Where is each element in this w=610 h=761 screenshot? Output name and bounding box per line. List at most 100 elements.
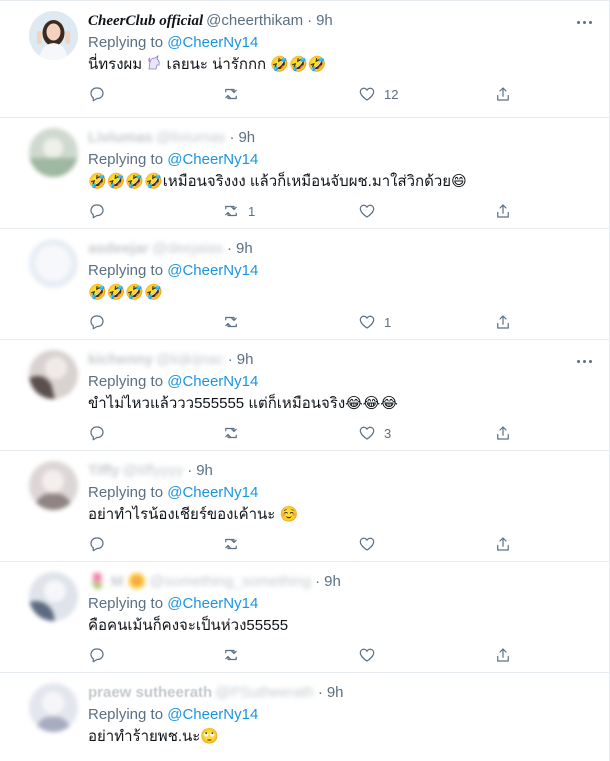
avatar[interactable] <box>29 461 78 510</box>
replying-to: Replying to @CheerNy14 <box>88 373 258 391</box>
like-button[interactable] <box>358 644 384 666</box>
avatar[interactable] <box>29 683 78 732</box>
heart-icon <box>359 204 375 218</box>
avatar[interactable] <box>29 128 78 177</box>
retweet-button[interactable]: 1 <box>222 200 255 222</box>
tweet-text: 🤣🤣🤣🤣 <box>88 284 163 301</box>
tweet-item[interactable]: Tiffy @tiffyyyy · 9h Replying to @CheerNy14… <box>0 450 609 561</box>
author-name[interactable]: praew sutheerath <box>88 684 212 701</box>
avatar[interactable] <box>29 572 78 621</box>
timestamp[interactable]: 9h <box>324 573 341 590</box>
share-icon <box>497 87 509 101</box>
mention-link[interactable]: @CheerNy14 <box>167 262 258 279</box>
share-button[interactable] <box>494 644 512 666</box>
author-handle[interactable]: @liviumas <box>156 129 225 146</box>
separator-dot: · <box>229 129 235 146</box>
tweet-item[interactable]: CheerClub official @cheerthikam · 9h Replyi… <box>0 0 609 111</box>
tweet-item[interactable]: kichenny @kijkijnac · 9h Replying to @Cheer… <box>0 339 609 450</box>
tweet-item[interactable]: 🌷 M 🌼 @something_something · 9h Replying to… <box>0 561 609 672</box>
author-handle[interactable]: @deejaias <box>152 240 223 257</box>
tweet-text-part: เลยนะ น่ารักกก <box>166 56 267 73</box>
tweet-item[interactable]: asdeejar @deejaias · 9h Replying to @CheerN… <box>0 228 609 339</box>
reply-button[interactable] <box>88 311 114 333</box>
reply-icon <box>90 204 104 219</box>
author-handle[interactable]: @tiffyyyy <box>122 462 183 479</box>
replying-to: Replying to @CheerNy14 <box>88 595 258 613</box>
author-name[interactable]: Liviumas <box>88 129 153 146</box>
retweet-button[interactable] <box>222 533 248 555</box>
replying-label: Replying to <box>88 484 164 501</box>
replying-to: Replying to @CheerNy14 <box>88 262 258 280</box>
author-name[interactable]: kichenny <box>88 351 153 368</box>
tweet-header: Liviumas @liviumas · 9h <box>88 129 255 147</box>
share-button[interactable] <box>494 83 512 105</box>
retweet-button[interactable] <box>222 83 248 105</box>
like-button[interactable]: 1 <box>358 311 391 333</box>
reply-button[interactable] <box>88 422 114 444</box>
author-name[interactable]: asdeejar <box>88 240 149 257</box>
share-icon <box>497 315 509 329</box>
timestamp[interactable]: 9h <box>238 129 255 146</box>
avatar[interactable] <box>29 239 78 288</box>
tweet-header: asdeejar @deejaias · 9h <box>88 240 253 258</box>
replying-to: Replying to @CheerNy14 <box>88 151 258 169</box>
avatar[interactable] <box>29 11 78 60</box>
mention-link[interactable]: @CheerNy14 <box>167 373 258 390</box>
separator-dot: · <box>317 684 323 701</box>
share-button[interactable] <box>494 533 512 555</box>
timestamp[interactable]: 9h <box>327 684 344 701</box>
retweet-button[interactable] <box>222 311 248 333</box>
timestamp[interactable]: 9h <box>236 240 253 257</box>
replying-label: Replying to <box>88 262 164 279</box>
timestamp[interactable]: 9h <box>237 351 254 368</box>
author-handle[interactable]: @kijkijnac <box>156 351 224 368</box>
mention-link[interactable]: @CheerNy14 <box>167 484 258 501</box>
like-button[interactable]: 12 <box>358 83 398 105</box>
mention-link[interactable]: @CheerNy14 <box>167 151 258 168</box>
mention-link[interactable]: @CheerNy14 <box>167 595 258 612</box>
tweet-item[interactable]: Liviumas @liviumas · 9h Replying to @CheerN… <box>0 117 609 228</box>
author-name[interactable]: Tiffy <box>88 462 119 479</box>
timestamp[interactable]: 9h <box>316 12 333 29</box>
like-count: 3 <box>384 425 392 441</box>
avatar[interactable] <box>29 350 78 399</box>
reply-button[interactable] <box>88 83 114 105</box>
like-button[interactable] <box>358 533 384 555</box>
replying-label: Replying to <box>88 34 164 51</box>
reply-icon <box>90 426 104 441</box>
share-button[interactable] <box>494 200 512 222</box>
reply-button[interactable] <box>88 644 114 666</box>
author-name[interactable]: 🌷 M 🌼 <box>88 573 146 590</box>
retweet-button[interactable] <box>222 644 248 666</box>
author-handle[interactable]: @something_something <box>149 573 311 590</box>
tweet-text: นี่ทรงผม เลยนะ น่ารักกก 🤣🤣🤣 <box>88 55 326 75</box>
share-icon <box>497 537 509 551</box>
author-name[interactable]: CheerClub official <box>88 13 203 29</box>
tweet-item[interactable]: praew sutheerath @PSutheerath · 9h Replying… <box>0 672 609 761</box>
author-handle[interactable]: @PSutheerath <box>215 684 314 701</box>
like-button[interactable] <box>358 200 384 222</box>
like-button[interactable]: 3 <box>358 422 391 444</box>
share-icon <box>497 204 509 218</box>
share-icon <box>497 648 509 662</box>
tweet-actions <box>88 533 518 555</box>
mention-link[interactable]: @CheerNy14 <box>167 706 258 723</box>
author-handle[interactable]: @cheerthikam <box>206 12 303 29</box>
tweet-header: CheerClub official @cheerthikam · 9h <box>88 12 333 30</box>
tweet-text: คือคนเม้นก็คงจะเป็นห่วง55555 <box>88 617 289 634</box>
heart-icon <box>359 648 375 662</box>
mention-link[interactable]: @CheerNy14 <box>167 34 258 51</box>
reply-button[interactable] <box>88 533 114 555</box>
heart-icon <box>359 537 375 551</box>
reply-button[interactable] <box>88 200 114 222</box>
reply-feed: CheerClub official @cheerthikam · 9h Replyi… <box>0 0 610 761</box>
more-options-icon[interactable] <box>574 13 594 31</box>
retweet-button[interactable] <box>222 422 248 444</box>
more-options-icon[interactable] <box>574 352 594 370</box>
share-button[interactable] <box>494 311 512 333</box>
heart-icon <box>359 87 375 101</box>
tweet-text-part: นี่ทรงผม <box>88 56 143 73</box>
timestamp[interactable]: 9h <box>196 462 213 479</box>
share-button[interactable] <box>494 422 512 444</box>
tweet-header: praew sutheerath @PSutheerath · 9h <box>88 684 344 702</box>
